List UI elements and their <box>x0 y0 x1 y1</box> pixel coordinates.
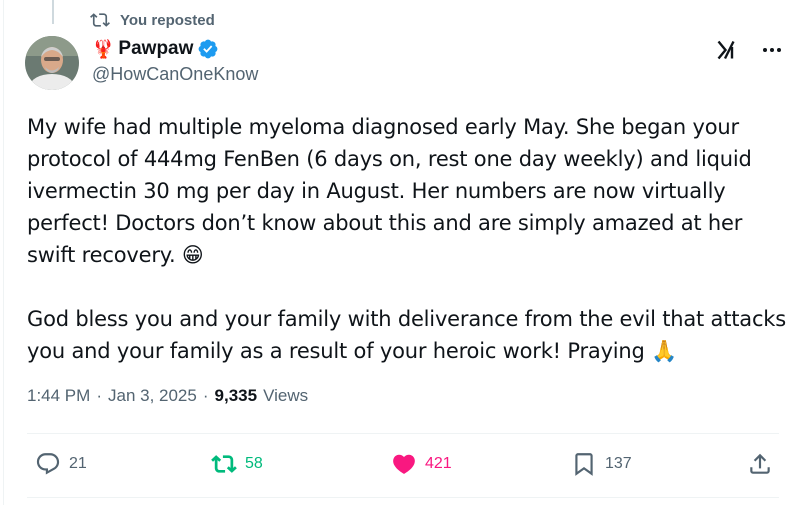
meta-separator: · <box>202 386 209 405</box>
tweet-header-actions <box>716 38 784 62</box>
verified-badge-icon <box>199 39 218 59</box>
reply-count: 21 <box>69 455 87 472</box>
grok-icon[interactable] <box>716 38 740 62</box>
author-handle[interactable]: @HowCanOneKnow <box>92 64 258 85</box>
repost-indicator: You reposted <box>90 9 215 31</box>
tweet-date[interactable]: Jan 3, 2025 <box>108 386 197 406</box>
repost-button[interactable]: 58 <box>211 451 263 477</box>
like-count: 421 <box>425 455 452 472</box>
bookmark-button[interactable]: 137 <box>571 451 632 477</box>
bookmark-count: 137 <box>605 455 632 472</box>
avatar-image <box>25 36 79 90</box>
like-button[interactable]: 421 <box>391 451 452 477</box>
repost-icon <box>211 455 237 473</box>
repost-count: 58 <box>245 455 263 472</box>
author-info: 🦞 Pawpaw @HowCanOneKnow <box>92 36 258 85</box>
repost-label: You reposted <box>120 11 215 29</box>
name-emoji: 🦞 <box>92 39 115 59</box>
author-display-name[interactable]: Pawpaw <box>118 38 193 60</box>
tweet-meta: 1:44 PM · Jan 3, 2025 · 9,335 Views <box>27 386 308 406</box>
author-name-row[interactable]: 🦞 Pawpaw <box>92 36 258 62</box>
share-icon <box>750 453 770 474</box>
share-button[interactable] <box>747 451 773 477</box>
meta-separator: · <box>96 386 102 405</box>
repost-icon <box>90 13 110 27</box>
views-label: Views <box>263 386 309 405</box>
bookmark-icon <box>575 453 593 476</box>
thread-line <box>52 0 54 24</box>
reply-icon <box>36 453 60 475</box>
action-bar: 21 58 421 137 <box>0 451 806 483</box>
views-count: 9,335 <box>214 386 258 405</box>
tweet-time[interactable]: 1:44 PM <box>27 386 90 406</box>
tweet-text: My wife had multiple myeloma diagnosed e… <box>27 115 786 363</box>
divider <box>27 433 779 434</box>
heart-icon <box>393 454 415 474</box>
more-options-icon[interactable] <box>760 38 784 62</box>
divider <box>27 497 779 498</box>
reply-button[interactable]: 21 <box>35 451 87 477</box>
left-border <box>3 0 4 505</box>
avatar[interactable] <box>25 36 79 90</box>
